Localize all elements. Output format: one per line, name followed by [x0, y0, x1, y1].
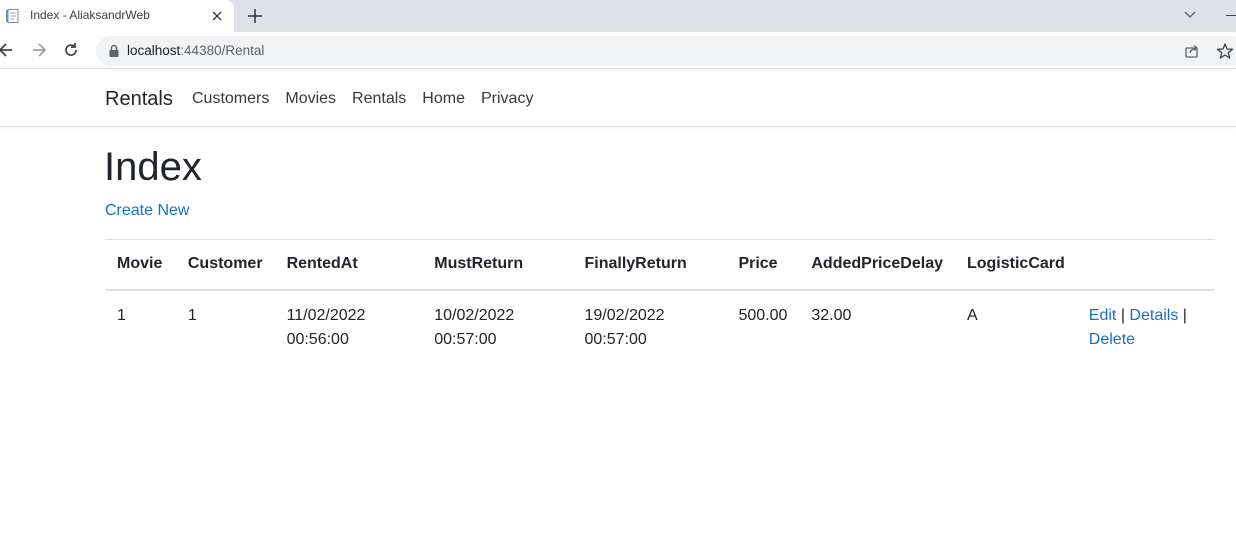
- column-header-logistic-card: LogisticCard: [954, 239, 1077, 291]
- cell-customer: 1: [187, 306, 197, 324]
- edit-link[interactable]: Edit: [1089, 307, 1117, 324]
- delete-link[interactable]: Delete: [1089, 331, 1135, 348]
- url-path: :44380/Rental: [180, 43, 265, 58]
- bookmark-star-icon[interactable]: [1216, 42, 1234, 60]
- nav-links: Customers Movies Rentals Home Privacy: [184, 90, 541, 108]
- action-separator: |: [1120, 306, 1125, 324]
- rentals-table: Movie Customer RentedAt MustReturn Final…: [105, 239, 1215, 352]
- close-icon[interactable]: [208, 7, 226, 25]
- nav-link-movies[interactable]: Movies: [277, 90, 344, 108]
- column-header-customer: Customer: [175, 239, 275, 291]
- nav-link-privacy[interactable]: Privacy: [473, 90, 541, 108]
- new-tab-plus-icon[interactable]: [245, 6, 265, 26]
- action-separator: |: [1182, 306, 1187, 324]
- tab-title: Index - AliaksandrWeb: [30, 8, 150, 22]
- nav-link-home[interactable]: Home: [414, 90, 473, 108]
- nav-link-customers[interactable]: Customers: [184, 90, 277, 108]
- column-header-price: Price: [726, 239, 800, 291]
- address-bar[interactable]: localhost:44380/Rental: [96, 36, 1236, 66]
- browser-tab[interactable]: Index - AliaksandrWeb: [0, 0, 234, 32]
- chevron-down-icon[interactable]: [1182, 6, 1198, 22]
- rentals-table-wrapper: Movie Customer RentedAt MustReturn Final…: [105, 239, 1215, 352]
- browser-tabstrip: Index - AliaksandrWeb: [0, 0, 1236, 32]
- back-arrow-icon[interactable]: [0, 40, 16, 60]
- column-header-must-return: MustReturn: [422, 239, 573, 291]
- page-icon: [6, 9, 19, 23]
- share-icon[interactable]: [1184, 43, 1200, 59]
- table-row: 1 1 11/02/2022 00:56:00 10/02/2022 00:57…: [105, 290, 1215, 352]
- navbar-brand[interactable]: Rentals: [105, 88, 173, 111]
- cell-movie: 1: [117, 306, 126, 324]
- cell-rented-at: 11/02/2022 00:56:00: [275, 290, 423, 352]
- cell-must-return: 10/02/2022 00:57:00: [422, 290, 572, 352]
- finally-return-time: 00:57:00: [584, 330, 647, 348]
- cell-added-price-delay: 32.00: [811, 306, 852, 324]
- column-header-actions: [1076, 239, 1215, 291]
- must-return-date: 10/02/2022: [434, 306, 515, 324]
- must-return-time: 00:57:00: [434, 330, 497, 348]
- create-new-link[interactable]: Create New: [105, 202, 189, 220]
- url-text[interactable]: localhost:44380/Rental: [127, 43, 264, 58]
- minimize-icon[interactable]: [1226, 15, 1236, 16]
- table-header-row: Movie Customer RentedAt MustReturn Final…: [105, 239, 1215, 291]
- cell-logistic-card: A: [966, 306, 978, 324]
- column-header-movie: Movie: [105, 239, 176, 291]
- lock-icon[interactable]: [108, 44, 120, 58]
- column-header-finally-return: FinallyReturn: [572, 239, 727, 291]
- page-title: Index: [104, 145, 202, 189]
- url-host: localhost: [127, 43, 181, 58]
- browser-toolbar: localhost:44380/Rental: [0, 32, 1236, 69]
- rented-at-time: 00:56:00: [286, 330, 349, 348]
- cell-finally-return: 19/02/2022 00:57:00: [572, 290, 726, 352]
- column-header-rented-at: RentedAt: [274, 239, 423, 291]
- site-navbar: Rentals Customers Movies Rentals Home Pr…: [0, 70, 1236, 127]
- forward-arrow-icon[interactable]: [29, 40, 49, 60]
- column-header-added-price-delay: AddedPriceDelay: [799, 239, 955, 291]
- cell-price: 500.00: [738, 306, 788, 324]
- cell-actions: Edit | Details | Delete: [1077, 290, 1215, 352]
- finally-return-date: 19/02/2022: [584, 306, 665, 324]
- nav-link-rentals[interactable]: Rentals: [344, 90, 414, 108]
- reload-icon[interactable]: [61, 40, 81, 60]
- rented-at-date: 11/02/2022: [286, 306, 366, 324]
- details-link[interactable]: Details: [1129, 307, 1178, 324]
